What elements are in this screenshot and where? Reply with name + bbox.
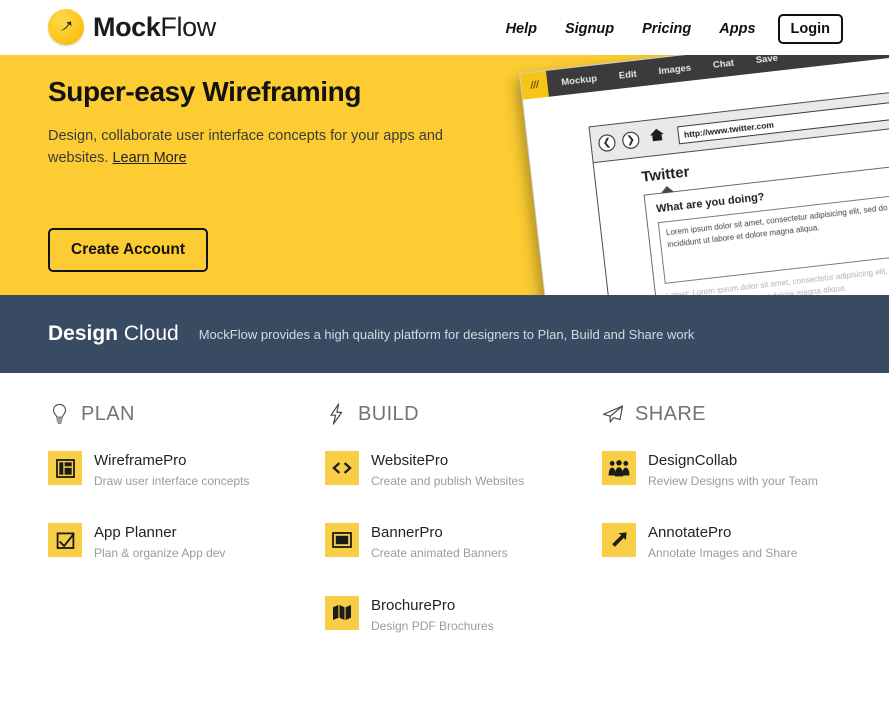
- design-cloud-title: Design Cloud: [48, 322, 179, 346]
- product-desc: Annotate Images and Share: [648, 546, 798, 561]
- folded-brochure-icon: [325, 595, 359, 630]
- product-text: WireframePro Draw user interface concept…: [94, 451, 249, 488]
- product-name: WebsitePro: [371, 452, 449, 469]
- product-websitepro[interactable]: WebsitePro Create and publish Websites: [325, 451, 602, 488]
- product-text: DesignCollab Review Designs with your Te…: [648, 451, 818, 488]
- product-name: BannerPro: [371, 524, 443, 542]
- products-section: PLAN WireframePro Draw user interface co…: [0, 373, 889, 669]
- column-title-plan: PLAN: [81, 402, 135, 425]
- lightbulb-icon: [48, 402, 70, 426]
- design-cloud-subtitle: MockFlow provides a high quality platfor…: [198, 326, 695, 342]
- hero-section: Super-easy Wireframing Design, collabora…: [0, 55, 889, 295]
- nav-link-pricing[interactable]: Pricing: [628, 15, 705, 43]
- mockup-menu-mockup: Mockup: [560, 72, 598, 88]
- arrow-left-icon: ❮: [597, 133, 617, 153]
- column-title-build: BUILD: [358, 402, 419, 425]
- product-name: BrochurePro: [371, 596, 456, 614]
- logo-text: MockFlow: [93, 11, 216, 42]
- site-header: MockFlow Help Signup Pricing Apps Login: [0, 0, 889, 55]
- mockup-menu-chat: Chat: [712, 57, 735, 71]
- product-name: App Planner: [94, 524, 177, 542]
- main-nav: Help Signup Pricing Apps Login: [492, 14, 843, 44]
- hero-description-text: Design, collaborate user interface conce…: [48, 127, 443, 166]
- design-cloud-bar: Design Cloud MockFlow provides a high qu…: [0, 295, 889, 373]
- arrow-pointer-icon: [602, 523, 636, 558]
- mockup-menu-save: Save: [755, 55, 779, 66]
- nav-link-apps[interactable]: Apps: [705, 15, 769, 43]
- product-name: AnnotatePro: [648, 524, 732, 542]
- create-account-button[interactable]: Create Account: [48, 228, 208, 272]
- product-desc: Create and publish Websites: [371, 474, 525, 488]
- product-bannerpro[interactable]: BannerPro Create animated Banners: [325, 523, 602, 560]
- hero-heading: Super-easy Wireframing: [48, 76, 362, 107]
- product-desc: Design PDF Brochures: [371, 618, 494, 633]
- product-annotatepro[interactable]: AnnotatePro Annotate Images and Share: [602, 523, 872, 560]
- hero-copy: Super-easy Wireframing Design, collabora…: [48, 76, 478, 170]
- product-text: BannerPro Create animated Banners: [371, 523, 508, 560]
- hero-mockup-image: /// Mockup Edit Images Chat Save Twitter…: [519, 55, 889, 295]
- logo-text-bold: Mock: [93, 11, 161, 42]
- column-plan: PLAN WireframePro Draw user interface co…: [48, 401, 325, 668]
- product-text: BrochurePro Design PDF Brochures: [371, 596, 494, 633]
- hero-description: Design, collaborate user interface conce…: [48, 126, 478, 170]
- column-header-share: SHARE: [602, 401, 872, 427]
- code-brackets-icon: [325, 451, 359, 485]
- home-icon: [648, 127, 666, 148]
- product-name: DesignCollab: [648, 452, 738, 469]
- banner-frame-icon: [325, 523, 359, 558]
- product-desc: Draw user interface concepts: [94, 474, 250, 488]
- column-build: BUILD WebsitePro Create and publish Webs…: [325, 401, 602, 668]
- checkbox-checked-icon: [48, 523, 82, 558]
- column-header-plan: PLAN: [48, 401, 325, 427]
- mockup-menu-edit: Edit: [618, 68, 638, 82]
- lightning-bolt-icon: [325, 402, 347, 426]
- column-title-share: SHARE: [635, 402, 706, 425]
- column-header-build: BUILD: [325, 401, 602, 427]
- login-button[interactable]: Login: [777, 14, 843, 44]
- product-designcollab[interactable]: DesignCollab Review Designs with your Te…: [602, 451, 872, 488]
- product-text: WebsitePro Create and publish Websites: [371, 451, 524, 488]
- product-name: WireframePro: [94, 452, 187, 469]
- mockup-menu-images: Images: [657, 62, 692, 77]
- nav-link-help[interactable]: Help: [492, 15, 551, 43]
- design-cloud-title-light: Cloud: [118, 322, 179, 345]
- wireframe-browser: ❮ ❯ http://www.twitter.com Twitter What …: [588, 78, 889, 295]
- logo[interactable]: MockFlow: [48, 9, 216, 45]
- paper-plane-icon: [602, 402, 624, 426]
- product-app-planner[interactable]: App Planner Plan & organize App dev: [48, 523, 325, 560]
- product-desc: Review Designs with your Team: [648, 474, 818, 488]
- product-text: AnnotatePro Annotate Images and Share: [648, 523, 797, 560]
- nav-link-signup[interactable]: Signup: [551, 15, 628, 43]
- people-group-icon: [602, 451, 636, 485]
- logo-text-light: Flow: [160, 11, 216, 42]
- arrow-right-icon: ❯: [621, 130, 641, 150]
- product-text: App Planner Plan & organize App dev: [94, 523, 225, 560]
- wireframe-layout-icon: [48, 451, 82, 485]
- learn-more-link[interactable]: Learn More: [112, 150, 186, 166]
- product-desc: Plan & organize App dev: [94, 546, 226, 561]
- column-share: SHARE DesignCollab Review Designs with y…: [602, 401, 872, 668]
- swoosh-icon: [48, 9, 84, 45]
- product-desc: Create animated Banners: [371, 546, 508, 561]
- design-cloud-title-bold: Design: [48, 322, 119, 345]
- product-wireframepro[interactable]: WireframePro Draw user interface concept…: [48, 451, 325, 488]
- product-brochurepro[interactable]: BrochurePro Design PDF Brochures: [325, 595, 602, 633]
- mockup-app-logo: ///: [520, 70, 549, 100]
